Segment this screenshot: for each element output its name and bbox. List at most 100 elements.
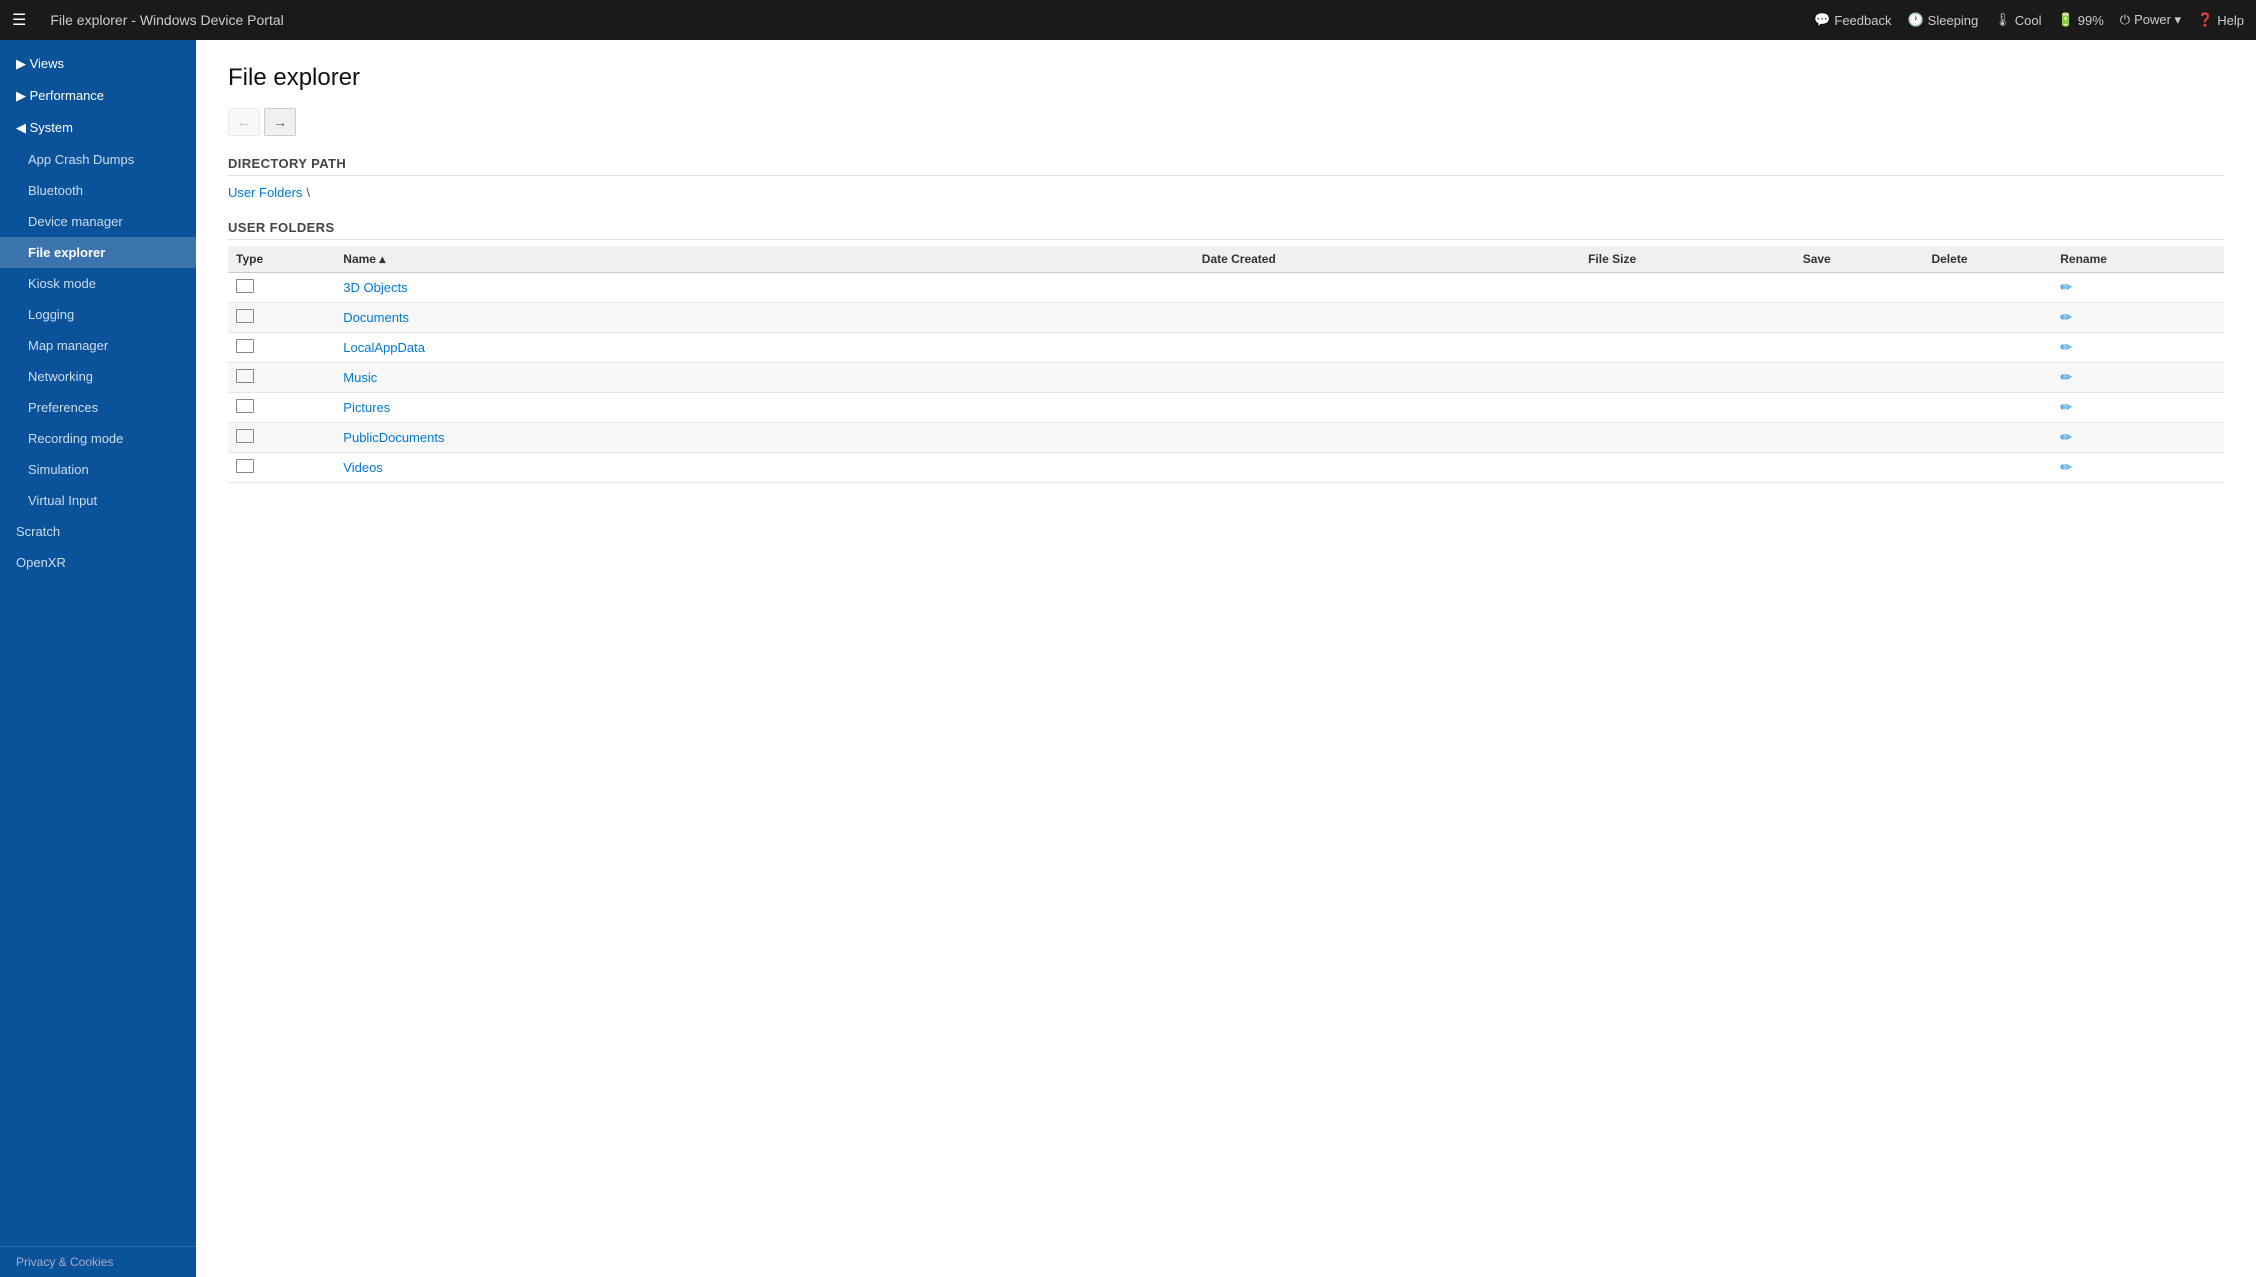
folder-table-body: 3D Objects ✏ Documents ✏ [228, 273, 2224, 483]
cell-delete-localappdata [1923, 333, 2052, 363]
cell-type-localappdata [228, 333, 335, 363]
cell-date-videos [1194, 453, 1580, 483]
cell-rename-3d-objects: ✏ [2052, 273, 2224, 303]
sidebar-item-device-manager[interactable]: Device manager [0, 206, 196, 237]
power-button[interactable]: ⏻ Power ▾ [2120, 12, 2181, 28]
folder-link-documents[interactable]: Documents [343, 310, 409, 325]
cell-size-pictures [1580, 393, 1795, 423]
rename-button-publicdocuments[interactable]: ✏ [2060, 429, 2072, 445]
topbar: ☰ File explorer - Windows Device Portal … [0, 0, 2256, 40]
table-row: PublicDocuments ✏ [228, 423, 2224, 453]
sidebar-item-openxr[interactable]: OpenXR [0, 547, 196, 578]
sleeping-indicator: 🕐 Sleeping [1907, 12, 1978, 28]
folder-icon-localappdata [236, 339, 254, 353]
cell-date-documents [1194, 303, 1580, 333]
cell-type-music [228, 363, 335, 393]
col-header-size: File Size [1580, 246, 1795, 273]
cell-type-documents [228, 303, 335, 333]
folder-link-3d-objects[interactable]: 3D Objects [343, 280, 407, 295]
rename-button-pictures[interactable]: ✏ [2060, 399, 2072, 415]
cell-rename-documents: ✏ [2052, 303, 2224, 333]
battery-indicator: 🔋 99% [2058, 12, 2104, 28]
sidebar-item-system[interactable]: ◀ System [0, 112, 196, 144]
table-row: Documents ✏ [228, 303, 2224, 333]
table-header-row: Type Name ▴ Date Created File Size Save … [228, 246, 2224, 273]
cell-save-localappdata [1795, 333, 1924, 363]
cell-name-publicdocuments: PublicDocuments [335, 423, 1193, 453]
forward-button[interactable]: → [264, 108, 296, 136]
sidebar-item-kiosk-mode[interactable]: Kiosk mode [0, 268, 196, 299]
cell-save-music [1795, 363, 1924, 393]
main-content: File explorer ← → Directory path User Fo… [196, 40, 2256, 1277]
sidebar-item-recording-mode[interactable]: Recording mode [0, 423, 196, 454]
folder-icon-pictures [236, 399, 254, 413]
folder-link-localappdata[interactable]: LocalAppData [343, 340, 425, 355]
col-header-save: Save [1795, 246, 1924, 273]
sidebar-item-preferences[interactable]: Preferences [0, 392, 196, 423]
col-header-type: Type [228, 246, 335, 273]
privacy-cookies-link[interactable]: Privacy & Cookies [0, 1246, 196, 1277]
folder-icon-publicdocuments [236, 429, 254, 443]
rename-button-3d-objects[interactable]: ✏ [2060, 279, 2072, 295]
cell-save-publicdocuments [1795, 423, 1924, 453]
sidebar-nav: ▶ Views ▶ Performance ◀ System App Crash… [0, 40, 196, 1246]
cell-save-videos [1795, 453, 1924, 483]
back-button[interactable]: ← [228, 108, 260, 136]
col-header-delete: Delete [1923, 246, 2052, 273]
folder-icon-music [236, 369, 254, 383]
cell-rename-publicdocuments: ✏ [2052, 423, 2224, 453]
app-title: File explorer - Windows Device Portal [50, 12, 1798, 28]
cell-save-3d-objects [1795, 273, 1924, 303]
cell-name-music: Music [335, 363, 1193, 393]
sidebar-item-logging[interactable]: Logging [0, 299, 196, 330]
table-row: 3D Objects ✏ [228, 273, 2224, 303]
cell-name-3d-objects: 3D Objects [335, 273, 1193, 303]
rename-button-localappdata[interactable]: ✏ [2060, 339, 2072, 355]
sidebar-item-bluetooth[interactable]: Bluetooth [0, 175, 196, 206]
cell-size-music [1580, 363, 1795, 393]
sidebar-item-views[interactable]: ▶ Views [0, 48, 196, 80]
cell-save-pictures [1795, 393, 1924, 423]
folder-link-pictures[interactable]: Pictures [343, 400, 390, 415]
col-header-date: Date Created [1194, 246, 1580, 273]
folder-link-music[interactable]: Music [343, 370, 377, 385]
sidebar-item-networking[interactable]: Networking [0, 361, 196, 392]
cell-save-documents [1795, 303, 1924, 333]
sidebar-item-simulation[interactable]: Simulation [0, 454, 196, 485]
sidebar-item-scratch[interactable]: Scratch [0, 516, 196, 547]
folder-link-videos[interactable]: Videos [343, 460, 383, 475]
sidebar-item-map-manager[interactable]: Map manager [0, 330, 196, 361]
breadcrumb-link[interactable]: User Folders [228, 185, 302, 200]
cell-date-pictures [1194, 393, 1580, 423]
col-header-name[interactable]: Name ▴ [335, 246, 1193, 273]
col-header-rename: Rename [2052, 246, 2224, 273]
directory-path-section: Directory path User Folders \ [228, 156, 2224, 200]
rename-button-music[interactable]: ✏ [2060, 369, 2072, 385]
help-button[interactable]: ❓ Help [2197, 12, 2244, 28]
rename-button-videos[interactable]: ✏ [2060, 459, 2072, 475]
rename-button-documents[interactable]: ✏ [2060, 309, 2072, 325]
sidebar-item-virtual-input[interactable]: Virtual Input [0, 485, 196, 516]
hamburger-menu[interactable]: ☰ [12, 10, 26, 30]
top-actions: 💬 Feedback 🕐 Sleeping 🌡 Cool 🔋 99% ⏻ Pow… [1814, 12, 2244, 28]
navigation-buttons: ← → [228, 108, 2224, 136]
cell-delete-music [1923, 363, 2052, 393]
directory-section-title: Directory path [228, 156, 2224, 176]
cell-delete-documents [1923, 303, 2052, 333]
cell-date-music [1194, 363, 1580, 393]
feedback-button[interactable]: 💬 Feedback [1814, 12, 1891, 28]
sidebar-collapse-button[interactable]: ‹ [188, 48, 196, 76]
folder-link-publicdocuments[interactable]: PublicDocuments [343, 430, 444, 445]
sidebar-item-file-explorer[interactable]: File explorer [0, 237, 196, 268]
cell-date-publicdocuments [1194, 423, 1580, 453]
cell-rename-music: ✏ [2052, 363, 2224, 393]
cell-name-videos: Videos [335, 453, 1193, 483]
cell-type-videos [228, 453, 335, 483]
cell-delete-videos [1923, 453, 2052, 483]
table-row: Pictures ✏ [228, 393, 2224, 423]
sidebar-item-performance[interactable]: ▶ Performance [0, 80, 196, 112]
sidebar-item-app-crash-dumps[interactable]: App Crash Dumps [0, 144, 196, 175]
cell-name-documents: Documents [335, 303, 1193, 333]
cell-size-3d-objects [1580, 273, 1795, 303]
file-table: Type Name ▴ Date Created File Size Save … [228, 246, 2224, 483]
